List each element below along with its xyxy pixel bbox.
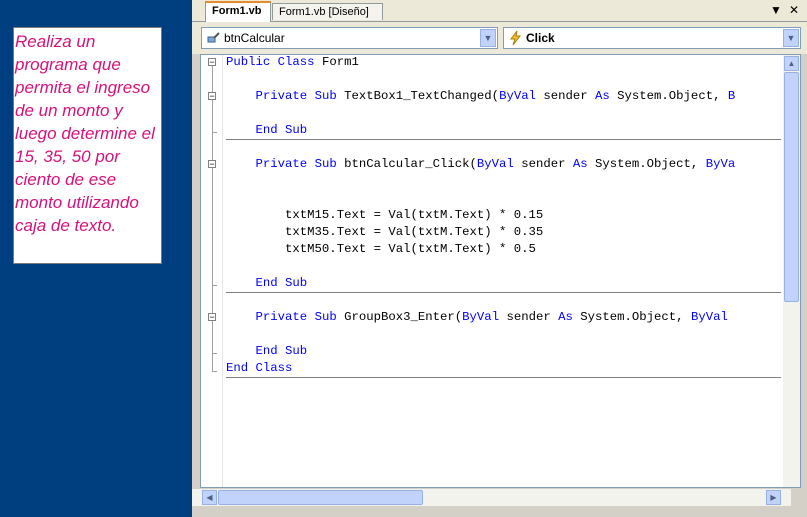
code-token: txtM50.Text = Val(txtM.Text) * 0.5 bbox=[226, 242, 536, 256]
code-token: sender bbox=[543, 89, 595, 103]
code-line[interactable]: End Class bbox=[226, 360, 782, 377]
tab-form1-vb[interactable]: Form1.vb bbox=[205, 1, 271, 22]
outline-margin: − − − − bbox=[201, 55, 223, 487]
instruction-text: Realiza un programa que permita el ingre… bbox=[15, 32, 155, 235]
outline-end bbox=[212, 285, 217, 286]
outline-end bbox=[212, 353, 217, 354]
code-editor-window: Form1.vb Form1.vb [Diseño] ▼ ✕ btnCalcul… bbox=[192, 0, 807, 517]
code-token: txtM35.Text = Val(txtM.Text) * 0.35 bbox=[226, 225, 544, 239]
code-keyword: As bbox=[595, 89, 618, 103]
horizontal-scroll-thumb[interactable] bbox=[218, 490, 423, 505]
code-line[interactable]: txtM15.Text = Val(txtM.Text) * 0.15 bbox=[226, 207, 782, 224]
code-keyword: ByVal bbox=[462, 310, 507, 324]
collapse-icon[interactable]: − bbox=[208, 92, 216, 101]
code-keyword: Private Sub bbox=[255, 310, 345, 324]
event-selector-value: Click bbox=[526, 31, 555, 45]
code-keyword: As bbox=[572, 157, 595, 171]
event-selector[interactable]: Click ▼ bbox=[503, 27, 801, 49]
instruction-panel: Realiza un programa que permita el ingre… bbox=[13, 27, 162, 264]
code-line[interactable] bbox=[226, 173, 782, 190]
code-line[interactable]: txtM50.Text = Val(txtM.Text) * 0.5 bbox=[226, 241, 782, 258]
code-keyword: As bbox=[558, 310, 581, 324]
code-keyword: End Sub bbox=[255, 123, 308, 137]
code-area[interactable]: − − − − Public Class Form1 Private Sub T… bbox=[200, 54, 801, 488]
collapse-icon[interactable]: − bbox=[208, 313, 216, 322]
scroll-up-icon[interactable]: ▲ bbox=[784, 56, 799, 71]
code-token: System.Object, bbox=[617, 89, 728, 103]
code-line[interactable] bbox=[226, 190, 782, 207]
code-text[interactable]: Public Class Form1 Private Sub TextBox1_… bbox=[226, 55, 782, 377]
code-keyword: End Sub bbox=[255, 276, 308, 290]
code-token: System.Object, bbox=[580, 310, 691, 324]
vertical-scrollbar[interactable]: ▲ bbox=[783, 55, 800, 487]
scroll-right-icon[interactable]: ▶ bbox=[766, 490, 781, 505]
code-line[interactable]: End Sub bbox=[226, 122, 782, 139]
code-keyword: ByVal bbox=[476, 157, 522, 171]
code-token: TextBox1_TextChanged( bbox=[344, 89, 500, 103]
tab-bar: Form1.vb Form1.vb [Diseño] ▼ ✕ bbox=[192, 0, 807, 22]
code-line[interactable] bbox=[226, 105, 782, 122]
vertical-scroll-thumb[interactable] bbox=[784, 72, 799, 302]
code-line[interactable] bbox=[226, 71, 782, 88]
tab-form1-design[interactable]: Form1.vb [Diseño] bbox=[272, 3, 383, 20]
scroll-left-icon[interactable]: ◀ bbox=[202, 490, 217, 505]
code-line[interactable]: txtM35.Text = Val(txtM.Text) * 0.35 bbox=[226, 224, 782, 241]
code-keyword: Private Sub bbox=[255, 89, 345, 103]
collapse-icon[interactable]: − bbox=[208, 160, 216, 169]
code-keyword: End Sub bbox=[255, 344, 308, 358]
navigation-bar: btnCalcular ▼ Click ▼ bbox=[192, 22, 807, 54]
code-keyword: Private Sub bbox=[255, 157, 345, 171]
code-token: txtM15.Text = Val(txtM.Text) * 0.15 bbox=[226, 208, 544, 222]
method-separator bbox=[226, 377, 781, 378]
collapse-icon[interactable]: − bbox=[208, 58, 216, 67]
code-keyword: End Class bbox=[226, 361, 293, 375]
code-keyword: B bbox=[727, 89, 736, 103]
lightning-icon bbox=[508, 30, 524, 46]
code-token: GroupBox3_Enter( bbox=[344, 310, 463, 324]
code-line[interactable]: End Sub bbox=[226, 343, 782, 360]
object-selector-value: btnCalcular bbox=[224, 31, 285, 45]
code-line[interactable]: Private Sub btnCalcular_Click(ByVal send… bbox=[226, 156, 782, 173]
code-line[interactable]: End Sub bbox=[226, 275, 782, 292]
code-line[interactable] bbox=[226, 139, 782, 156]
code-line[interactable]: Public Class Form1 bbox=[226, 55, 782, 71]
code-line[interactable] bbox=[226, 258, 782, 275]
code-line[interactable]: Private Sub GroupBox3_Enter(ByVal sender… bbox=[226, 309, 782, 326]
method-separator bbox=[226, 292, 781, 293]
method-separator bbox=[226, 139, 781, 140]
code-line[interactable]: Private Sub TextBox1_TextChanged(ByVal s… bbox=[226, 88, 782, 105]
object-selector[interactable]: btnCalcular ▼ bbox=[201, 27, 498, 49]
chevron-down-icon[interactable]: ▼ bbox=[783, 29, 799, 47]
chevron-down-icon[interactable]: ▼ bbox=[480, 29, 496, 47]
outline-end bbox=[212, 371, 217, 372]
code-line[interactable] bbox=[226, 292, 782, 309]
window-list-dropdown-icon[interactable]: ▼ bbox=[769, 3, 783, 17]
close-icon[interactable]: ✕ bbox=[787, 3, 801, 17]
code-token: sender bbox=[521, 157, 573, 171]
code-line[interactable] bbox=[226, 326, 782, 343]
code-token: sender bbox=[506, 310, 559, 324]
code-keyword: ByVa bbox=[705, 157, 736, 171]
code-keyword: ByVal bbox=[499, 89, 544, 103]
horizontal-scrollbar[interactable]: ◀ ▶ bbox=[192, 489, 791, 506]
code-token: btnCalcular_Click( bbox=[344, 157, 477, 171]
code-token: Form1 bbox=[321, 55, 359, 69]
code-keyword: ByVal bbox=[690, 310, 728, 324]
code-keyword: Public Class bbox=[226, 55, 322, 69]
code-token: System.Object, bbox=[595, 157, 706, 171]
outline-end bbox=[212, 132, 217, 133]
component-icon bbox=[206, 30, 222, 46]
outline-line bbox=[212, 66, 213, 371]
